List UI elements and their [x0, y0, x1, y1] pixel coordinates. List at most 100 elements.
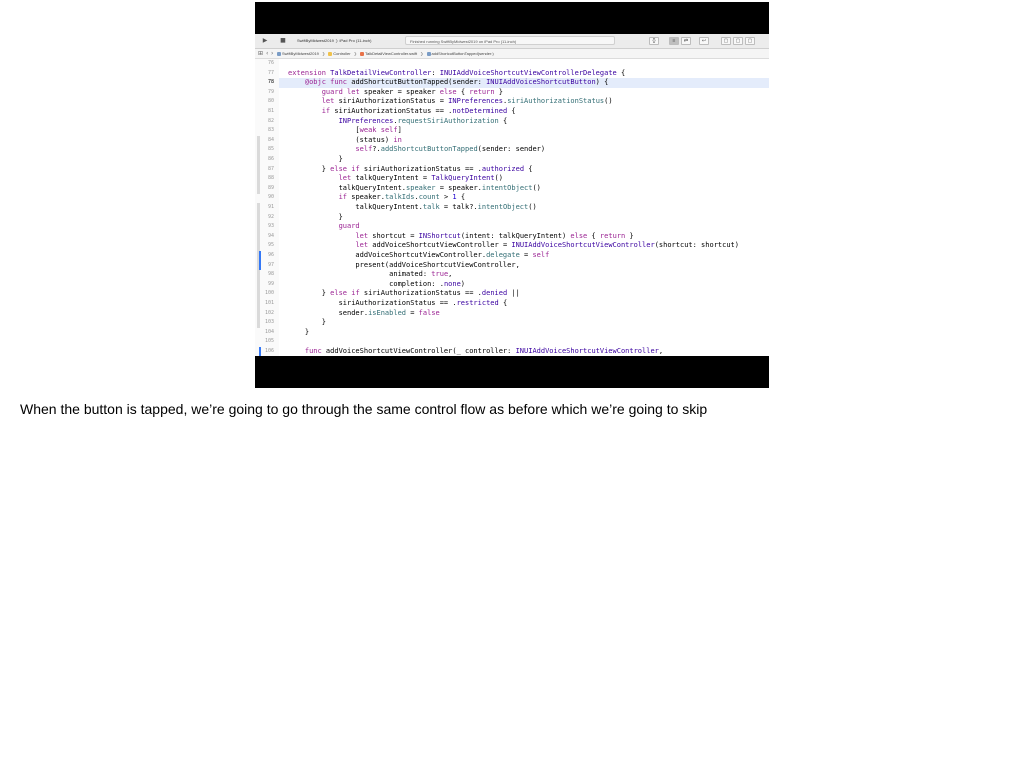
line-number: 88 [267, 175, 274, 182]
xcode-toolbar: ▶ ■ SwiftByMidwest2019 ❯ iPad Pro (11-in… [255, 34, 769, 49]
line-number: 86 [267, 156, 274, 162]
code-line[interactable]: 76 [268, 59, 769, 69]
standard-editor-button[interactable]: ≡ [669, 37, 679, 45]
breadcrumb: SwiftByMidwest2019 ❯ Controller ❯ TalkDetail… [277, 49, 497, 58]
forward-icon[interactable]: › [271, 50, 273, 57]
code-line[interactable]: 82 INPreferences.requestSiriAuthorizatio… [268, 117, 769, 127]
code-line[interactable]: 102 sender.isEnabled = false [265, 308, 769, 319]
inspector-toggle-button[interactable]: ▢ [745, 37, 755, 45]
project-icon [277, 51, 281, 56]
code-text: if siriAuthorizationStatus == .notDeterm… [321, 107, 516, 115]
line-number: 99 [267, 280, 274, 287]
code-line[interactable]: 92 } [268, 212, 769, 223]
line-number: 84 [267, 136, 274, 143]
code-line[interactable]: 89 talkQueryIntent.speaker = speaker.int… [268, 184, 769, 194]
breadcrumb-file[interactable]: TalkDetailViewController.swift [359, 49, 417, 58]
code-text: guard let speaker = speaker else { retur… [321, 87, 503, 96]
breadcrumb-group[interactable]: Controller [328, 49, 351, 58]
code-line[interactable]: 79 guard let speaker = speaker else { re… [268, 87, 769, 98]
line-number: 92 [267, 213, 274, 220]
method-icon [426, 51, 431, 56]
code-line[interactable]: 81 if siriAuthorizationStatus == .notDet… [268, 107, 769, 117]
code-line[interactable]: 77 extension TalkDetailViewController: IN… [268, 69, 769, 79]
line-number: 94 [267, 232, 274, 239]
code-line[interactable]: 98 animated: true, [268, 270, 769, 280]
line-number: 104 [264, 328, 274, 335]
code-line[interactable]: 106 func addVoiceShortcutViewController(… [265, 347, 769, 356]
line-number: 90 [267, 194, 274, 201]
code-line[interactable]: 88 let talkQueryIntent = TalkQueryIntent… [268, 174, 769, 184]
code-text: present(addVoiceShortcutViewController, [288, 260, 520, 269]
line-number: 80 [267, 98, 274, 105]
code-area[interactable]: 76 77 extension TalkDetailViewController: … [265, 59, 769, 356]
code-line[interactable]: 101 siriAuthorizationStatus == .restrict… [265, 299, 769, 309]
scheme-name: SwiftByMidwest2019 [297, 38, 334, 43]
code-line[interactable]: 85 self?.addShortcutButtonTapped(sender:… [268, 145, 769, 155]
code-text: siriAuthorizationStatus == .restricted { [288, 299, 508, 307]
back-icon[interactable]: ‹ [266, 50, 268, 57]
version-editor-button[interactable]: ↩ [699, 37, 709, 45]
play-icon[interactable]: ▶ [261, 37, 269, 45]
code-line[interactable]: 86 } [268, 155, 769, 165]
code-text: self?.addShortcutButtonTapped(sender: se… [355, 145, 546, 154]
code-line[interactable]: 84 (status) in [268, 136, 769, 146]
code-text: } [288, 155, 343, 163]
scheme-selector[interactable]: SwiftByMidwest2019 ❯ iPad Pro (11-inch) [297, 37, 371, 45]
code-line[interactable]: 97 present(addVoiceShortcutViewControlle… [268, 260, 769, 271]
code-line[interactable]: 78 @objc func addShortcutButtonTapped(se… [268, 78, 769, 88]
code-text: let talkQueryIntent = TalkQueryIntent() [338, 174, 503, 183]
code-line[interactable]: 90 if speaker.talkIds.count > 1 { [268, 193, 769, 203]
code-line[interactable]: 96 addVoiceShortcutViewController.delega… [268, 251, 769, 261]
related-items-icon[interactable]: ⊞ [258, 50, 263, 57]
line-number: 79 [267, 88, 274, 95]
line-number: 87 [267, 165, 274, 172]
line-number: 101 [264, 300, 274, 306]
activity-status: Finished running SwiftByMidwest2019 on i… [405, 36, 615, 45]
code-text: @objc func addShortcutButtonTapped(sende… [304, 78, 609, 87]
code-line[interactable]: 91 talkQueryIntent.talk = talk?.intentOb… [268, 203, 769, 213]
code-text: func addVoiceShortcutViewController(_ co… [304, 347, 664, 355]
code-text: [weak self] [288, 126, 402, 135]
line-number: 106 [264, 348, 274, 354]
jump-bar: ⊞ ‹ › SwiftByMidwest2019 ❯ Controller ❯ Talk… [255, 49, 769, 59]
code-line[interactable]: 99 completion: .none) [268, 279, 769, 290]
line-number: 91 [267, 204, 274, 210]
swift-file-icon [359, 51, 364, 56]
line-number: 83 [267, 127, 274, 134]
code-text: } [288, 212, 343, 221]
code-text: sender.isEnabled = false [288, 308, 440, 317]
line-number: 81 [267, 108, 274, 114]
library-button[interactable]: {} [649, 37, 659, 45]
breadcrumb-symbol[interactable]: addShortcutButtonTapped(sender:) [426, 49, 494, 58]
code-text: } else if siriAuthorizationStatus == .de… [288, 289, 520, 298]
slide-caption: When the button is tapped, we’re going t… [20, 401, 708, 417]
assistant-editor-button[interactable]: ⇄ [681, 37, 691, 45]
stop-icon[interactable]: ■ [279, 37, 287, 45]
code-line[interactable]: 95 let addVoiceShortcutViewController = … [268, 241, 769, 251]
code-line[interactable]: 103 } [265, 318, 769, 328]
debug-area-toggle-button[interactable]: ▢ [733, 37, 743, 45]
code-line[interactable]: 105 [265, 337, 769, 347]
line-number: 98 [267, 271, 274, 278]
code-line[interactable]: 83 [weak self] [268, 126, 769, 136]
source-editor[interactable]: 76 77 extension TalkDetailViewController: … [255, 59, 769, 356]
code-line[interactable]: 104 } [265, 327, 769, 338]
code-text: completion: .none) [288, 279, 466, 288]
code-line[interactable]: 94 let shortcut = INShortcut(intent: tal… [268, 232, 769, 242]
code-text: } else if siriAuthorizationStatus == .au… [288, 164, 533, 173]
line-number: 97 [267, 261, 274, 268]
navigator-toggle-button[interactable]: ▢ [721, 37, 731, 45]
xcode-window: ▶ ■ SwiftByMidwest2019 ❯ iPad Pro (11-in… [255, 34, 769, 356]
slide-frame: ▶ ■ SwiftByMidwest2019 ❯ iPad Pro (11-in… [255, 2, 769, 388]
line-number: 78 [267, 79, 274, 86]
folder-icon [328, 51, 333, 56]
code-text: addVoiceShortcutViewController.delegate … [288, 251, 550, 259]
code-text: let siriAuthorizationStatus = INPreferen… [321, 97, 613, 106]
code-line[interactable]: 93 guard [268, 222, 769, 232]
code-line[interactable]: 100 } else if siriAuthorizationStatus ==… [265, 289, 769, 299]
code-line[interactable]: 87 } else if siriAuthorizationStatus == … [268, 164, 769, 175]
line-number: 77 [267, 69, 274, 76]
code-line[interactable]: 80 let siriAuthorizationStatus = INPrefe… [268, 97, 769, 107]
code-text: } [288, 327, 310, 336]
breadcrumb-project[interactable]: SwiftByMidwest2019 [277, 49, 319, 58]
